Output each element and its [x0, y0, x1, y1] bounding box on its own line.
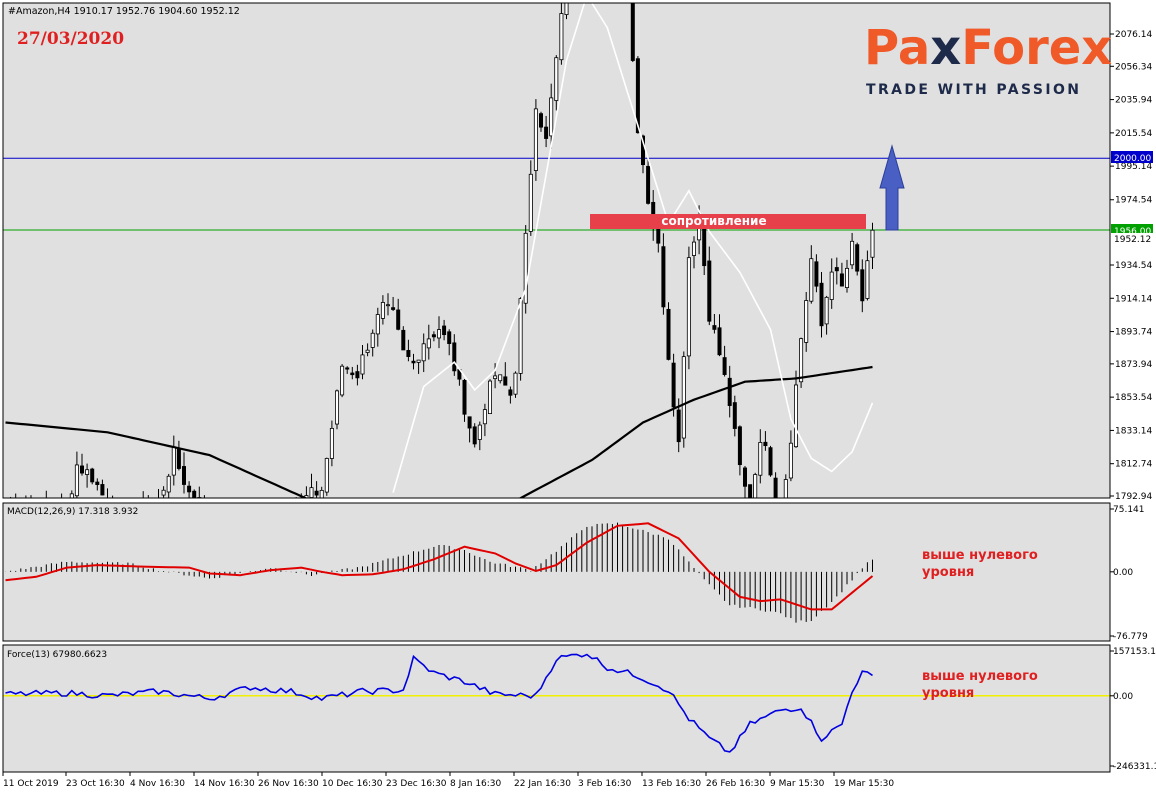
- candle: [90, 467, 95, 485]
- candle: [666, 302, 671, 361]
- time-tick-label: 4 Nov 16:30: [130, 779, 185, 789]
- force-note-line2: уровня: [922, 686, 974, 701]
- level-tag-2000: 2000.00: [1111, 151, 1153, 164]
- candle: [324, 457, 329, 496]
- current-price-tag: 1952.12: [1111, 233, 1153, 245]
- time-tick-label: 3 Feb 16:30: [578, 779, 632, 789]
- macd-tick-label: 0.00: [1113, 568, 1133, 578]
- force-tick-label: 157153.19: [1113, 647, 1156, 657]
- candle: [166, 473, 171, 498]
- price-tick-label: 1893.74: [1115, 328, 1152, 338]
- paxforex-logo[interactable]: PaxForex TRADE WITH PASSION: [864, 20, 1112, 98]
- candle: [340, 364, 345, 398]
- price-tick-label: 2015.54: [1115, 129, 1152, 139]
- candle: [768, 445, 773, 477]
- candle: [626, 0, 629, 3]
- force-axis: 157153.19 0.00 -246331.14: [1110, 647, 1156, 772]
- macd-axis: 75.141 0.00 -76.779: [1110, 505, 1148, 642]
- time-tick-label: 19 Mar 15:30: [834, 779, 894, 789]
- price-tick-label: 1934.54: [1115, 261, 1152, 271]
- macd-tick-label: 75.141: [1113, 505, 1145, 515]
- price-tick-label: 1833.14: [1115, 426, 1152, 436]
- candle: [487, 379, 492, 414]
- candle: [513, 371, 518, 398]
- candle: [334, 389, 339, 430]
- candle: [630, 3, 635, 63]
- price-tick-label: 1812.74: [1115, 460, 1152, 470]
- price-tick-label: 1974.54: [1115, 196, 1152, 206]
- price-tick-label: 1914.14: [1115, 294, 1152, 304]
- force-note-line1: выше нулевого: [922, 669, 1038, 684]
- logo-wordmark: PaxForex: [864, 20, 1112, 76]
- svg-text:1952.12: 1952.12: [1114, 235, 1151, 245]
- candle: [533, 99, 538, 181]
- candle: [472, 423, 477, 448]
- price-tick-label: 2035.94: [1115, 96, 1152, 106]
- time-tick-label: 26 Nov 16:30: [258, 779, 319, 789]
- date-label: 27/03/2020: [17, 29, 124, 49]
- logo-tagline: TRADE WITH PASSION: [866, 82, 1081, 98]
- macd-tick-label: -76.779: [1113, 632, 1148, 642]
- macd-note-line2: уровня: [922, 565, 974, 580]
- force-tick-label: -246331.14: [1113, 762, 1156, 772]
- candle: [855, 242, 860, 276]
- chart-stage: сопротивление 2076.14 2056.34 2035.94 2015.…: [0, 0, 1156, 793]
- candle: [799, 337, 804, 388]
- time-tick-label: 23 Dec 16:30: [386, 779, 447, 789]
- force-panel: [3, 645, 1110, 772]
- svg-text:2000.00: 2000.00: [1114, 154, 1151, 164]
- price-tick-label: 1873.94: [1115, 360, 1152, 370]
- candle: [518, 297, 523, 381]
- candle: [681, 351, 686, 448]
- macd-title: MACD(12,26,9) 17.318 3.932: [7, 507, 138, 517]
- time-tick-label: 10 Dec 16:30: [322, 779, 383, 789]
- price-tick-label: 1853.54: [1115, 393, 1152, 403]
- price-tick-label: 2076.14: [1115, 30, 1152, 40]
- candle: [523, 225, 528, 314]
- time-tick-label: 22 Jan 16:30: [514, 779, 571, 789]
- candle: [686, 246, 691, 370]
- time-axis: 11 Oct 2019 23 Oct 16:30 4 Nov 16:30 14 Nov…: [2, 772, 894, 789]
- price-tick-label: 1792.94: [1115, 492, 1152, 502]
- time-tick-label: 9 Mar 15:30: [770, 779, 825, 789]
- force-tick-label: 0.00: [1113, 692, 1133, 702]
- resistance-label: сопротивление: [661, 214, 766, 228]
- time-tick-label: 8 Jan 16:30: [450, 779, 502, 789]
- force-title: Force(13) 67980.6623: [7, 650, 107, 660]
- time-tick-label: 11 Oct 2019: [3, 779, 59, 789]
- price-tick-label: 2056.34: [1115, 62, 1152, 72]
- symbol-info: #Amazon,H4 1910.17 1952.76 1904.60 1952.…: [8, 6, 240, 17]
- time-tick-label: 26 Feb 16:30: [706, 779, 765, 789]
- macd-note-line1: выше нулевого: [922, 548, 1038, 563]
- time-tick-label: 23 Oct 16:30: [66, 779, 125, 789]
- price-axis: 2076.142056.342035.942015.541995.141974.…: [1110, 30, 1152, 502]
- time-tick-label: 13 Feb 16:30: [642, 779, 701, 789]
- time-tick-label: 14 Nov 16:30: [194, 779, 255, 789]
